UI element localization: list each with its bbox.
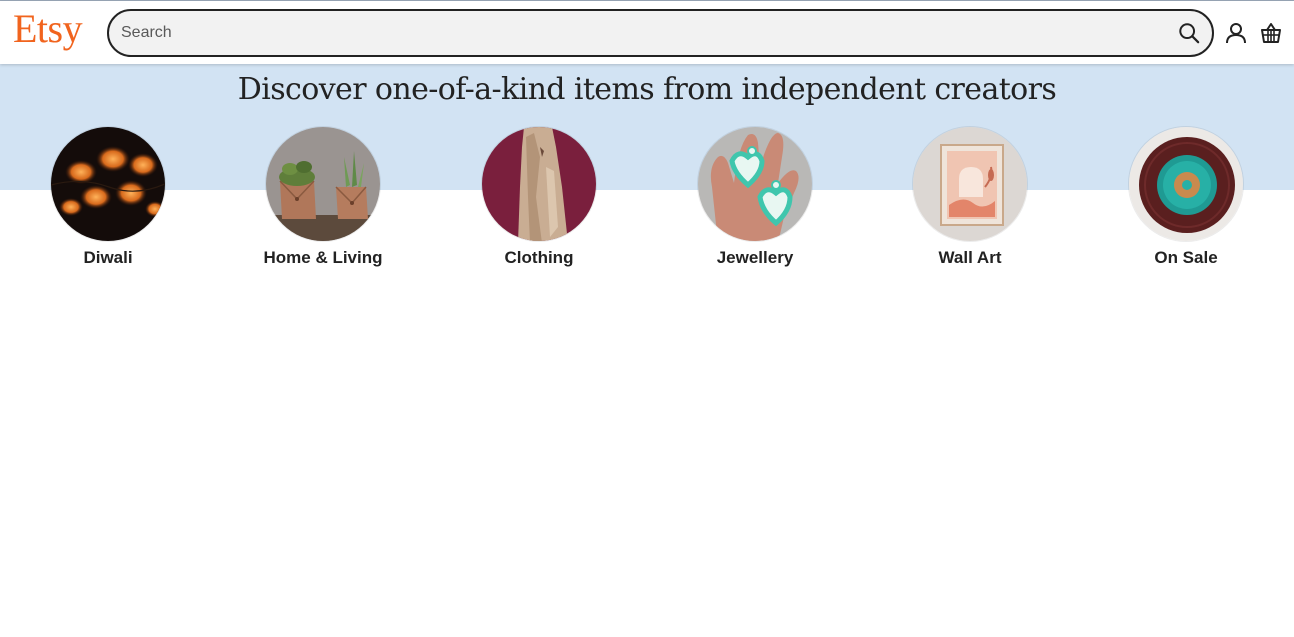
- category-image-on-sale: [1128, 126, 1244, 242]
- search-button[interactable]: [1176, 20, 1202, 46]
- category-home-living[interactable]: Home & Living: [248, 126, 398, 269]
- category-image-jewellery: [697, 126, 813, 242]
- account-button[interactable]: [1223, 20, 1249, 46]
- category-label: Jewellery: [716, 248, 794, 267]
- site-header: Etsy: [0, 1, 1294, 64]
- category-clothing[interactable]: Clothing: [464, 126, 614, 269]
- category-on-sale[interactable]: On Sale: [1111, 126, 1261, 269]
- category-wall-art[interactable]: Wall Art: [895, 126, 1045, 269]
- category-image-clothing: [481, 126, 597, 242]
- category-image-wall-art: [912, 126, 1028, 242]
- category-diwali[interactable]: Diwali: [33, 126, 183, 269]
- category-image-diwali: [50, 126, 166, 242]
- category-label: Diwali: [83, 248, 133, 267]
- etsy-logo[interactable]: Etsy: [13, 5, 83, 53]
- category-label: Home & Living: [263, 248, 383, 267]
- category-carousel: Diwali Home & Living Clothing Jewellery …: [0, 126, 1294, 276]
- etsy-homepage: Etsy Search Discover one-of-a-kind items…: [0, 0, 1294, 637]
- shopping-basket-icon: [1261, 23, 1281, 43]
- category-label: On Sale: [1154, 248, 1218, 267]
- search-input[interactable]: [121, 11, 1151, 55]
- search-bar: [107, 9, 1214, 57]
- user-icon: [1226, 23, 1246, 44]
- search-icon: [1179, 23, 1200, 44]
- hero-title: Discover one-of-a-kind items from indepe…: [237, 72, 1057, 107]
- category-jewellery[interactable]: Jewellery: [680, 126, 830, 269]
- category-label: Clothing: [504, 248, 574, 267]
- category-image-home-living: [265, 126, 381, 242]
- cart-button[interactable]: [1258, 20, 1284, 46]
- category-label: Wall Art: [938, 248, 1002, 267]
